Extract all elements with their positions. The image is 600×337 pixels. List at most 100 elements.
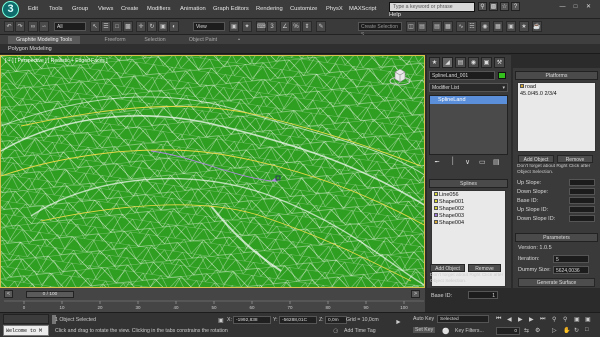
select-manipulate-icon[interactable]: ✦ bbox=[242, 21, 252, 32]
menu-edit[interactable]: Edit bbox=[28, 6, 38, 12]
splines-rollout-header[interactable]: Splines bbox=[429, 179, 508, 188]
display-tab-icon[interactable]: ▣ bbox=[481, 57, 492, 68]
tab-freeform[interactable]: Freeform bbox=[95, 36, 135, 44]
next-key-icon[interactable]: ▶ bbox=[529, 316, 534, 323]
tab-selection[interactable]: Selection bbox=[138, 36, 172, 44]
list-item[interactable]: Shape003 bbox=[434, 213, 503, 220]
menu-views[interactable]: Views bbox=[98, 6, 113, 12]
viewport-label[interactable]: [ + ] [ Perspective ] [ Realistic + Edge… bbox=[5, 58, 108, 64]
up-slope-input[interactable] bbox=[569, 179, 595, 186]
next-frame-icon[interactable]: > bbox=[411, 290, 420, 298]
maxscript-mini-listener-top[interactable] bbox=[3, 314, 49, 324]
layer-manager-icon[interactable]: ▤ bbox=[432, 21, 442, 32]
remove-modifier-icon[interactable]: ▭ bbox=[479, 158, 486, 166]
snap-toggle-icon[interactable]: 3 bbox=[267, 21, 277, 32]
menu-create[interactable]: Create bbox=[121, 6, 138, 12]
ref-coord-dropdown[interactable]: View bbox=[193, 22, 225, 31]
create-tab-icon[interactable]: ★ bbox=[429, 57, 440, 68]
material-editor-icon[interactable]: ◉ bbox=[480, 21, 490, 32]
time-config-icon[interactable]: ⚙ bbox=[535, 327, 540, 334]
list-item[interactable]: 45.0/45.0 2/3/4 bbox=[520, 91, 593, 98]
spinner-snap-icon[interactable]: ⇕ bbox=[302, 21, 312, 32]
angle-snap-icon[interactable]: ∠ bbox=[280, 21, 290, 32]
cart-icon[interactable]: ▩ bbox=[489, 2, 498, 11]
go-to-start-icon[interactable]: ⏮ bbox=[496, 316, 501, 323]
help-icon[interactable]: ? bbox=[511, 2, 520, 11]
hierarchy-tab-icon[interactable]: ▤ bbox=[455, 57, 466, 68]
modify-tab-icon[interactable]: ◢ bbox=[442, 57, 453, 68]
key-filters-button[interactable]: Key Filters... bbox=[455, 328, 484, 334]
edit-named-selection-icon[interactable]: ✎ bbox=[316, 21, 326, 32]
menu-help[interactable]: Help bbox=[389, 12, 401, 18]
platforms-add-object-button[interactable]: Add Object bbox=[518, 155, 554, 163]
zoom-icon[interactable]: ⚲ bbox=[552, 316, 556, 323]
app-logo-icon[interactable]: 3 bbox=[2, 1, 19, 18]
add-time-tag-button[interactable]: Add Time Tag bbox=[344, 328, 376, 334]
menu-graph-editors[interactable]: Graph Editors bbox=[213, 6, 249, 12]
base-id-input[interactable]: 1 bbox=[468, 291, 498, 299]
selection-filter-dropdown[interactable]: All bbox=[54, 22, 86, 31]
maximize-viewport-icon[interactable]: □ bbox=[585, 327, 589, 333]
link-icon[interactable]: ∞ bbox=[28, 21, 38, 32]
search-input[interactable]: Type a keyword or phrase bbox=[389, 2, 475, 12]
prev-frame-icon[interactable]: < bbox=[4, 290, 13, 298]
move-icon[interactable]: ✛ bbox=[136, 21, 146, 32]
object-color-swatch[interactable] bbox=[498, 72, 506, 79]
auto-key-button[interactable]: Auto Key bbox=[413, 316, 434, 322]
parameters-rollout-header[interactable]: Parameters bbox=[515, 233, 598, 242]
ribbon-toggle-icon[interactable]: ▦ bbox=[443, 21, 453, 32]
up-slope-id-input[interactable] bbox=[569, 206, 595, 213]
object-name-field[interactable]: SplineLand_001 bbox=[429, 71, 495, 80]
make-unique-icon[interactable]: ∨ bbox=[465, 158, 470, 166]
zoom-extents-all-icon[interactable]: ▣ bbox=[585, 316, 591, 323]
pan-icon[interactable]: ✋ bbox=[563, 327, 570, 334]
menu-modifiers[interactable]: Modifiers bbox=[147, 6, 171, 12]
menu-rendering[interactable]: Rendering bbox=[256, 6, 283, 12]
play-icon[interactable]: ▶ bbox=[518, 316, 523, 323]
key-icon[interactable]: ⚪ bbox=[442, 328, 449, 335]
configure-sets-icon[interactable]: ▤ bbox=[493, 158, 500, 166]
generate-surface-button[interactable]: Generate Surface bbox=[518, 278, 595, 287]
perspective-viewport[interactable]: [ + ] [ Perspective ] [ Realistic + Edge… bbox=[0, 55, 425, 288]
render-setup-icon[interactable]: ▦ bbox=[493, 21, 503, 32]
down-slope-input[interactable] bbox=[569, 188, 595, 195]
selection-set-dropdown[interactable]: Create Selection S bbox=[358, 22, 402, 38]
star-icon[interactable]: ☆ bbox=[500, 2, 509, 11]
mirror-icon[interactable]: ◫ bbox=[406, 21, 416, 32]
key-mode-toggle-icon[interactable]: ⇆ bbox=[524, 327, 529, 334]
ribbon-subtab-polygon-modeling[interactable]: Polygon Modeling bbox=[8, 46, 52, 52]
down-slope-id-input[interactable] bbox=[569, 215, 595, 222]
timeline-ruler[interactable]: 0 10 20 30 40 50 60 70 80 90 100 bbox=[4, 300, 424, 310]
select-object-icon[interactable]: ↖ bbox=[90, 21, 100, 32]
zoom-all-icon[interactable]: ⚲ bbox=[563, 316, 567, 323]
search-icon[interactable]: ⚲ bbox=[478, 2, 487, 11]
prev-key-icon[interactable]: ◀ bbox=[507, 316, 512, 323]
place-icon[interactable]: ◐ bbox=[169, 21, 179, 32]
render-production-icon[interactable]: ★ bbox=[519, 21, 529, 32]
rendered-frame-icon[interactable]: ▣ bbox=[506, 21, 516, 32]
splines-remove-button[interactable]: Remove bbox=[468, 264, 501, 272]
dummy-size-input[interactable]: 5624,0036 bbox=[553, 266, 589, 274]
curve-editor-icon[interactable]: ∿ bbox=[456, 21, 466, 32]
orbit-icon[interactable]: ↻ bbox=[574, 327, 579, 334]
schematic-view-icon[interactable]: ☵ bbox=[467, 21, 477, 32]
align-icon[interactable]: ▤ bbox=[417, 21, 427, 32]
keyboard-shortcut-icon[interactable]: ⌨ bbox=[256, 21, 266, 32]
rotate-icon[interactable]: ↻ bbox=[147, 21, 157, 32]
undo-icon[interactable]: ↶ bbox=[4, 21, 14, 32]
platforms-rollout-header[interactable]: Platforms bbox=[515, 71, 598, 80]
list-item[interactable]: Shape004 bbox=[434, 220, 503, 227]
splines-add-object-button[interactable]: Add Object bbox=[430, 264, 465, 272]
select-by-name-icon[interactable]: ☰ bbox=[101, 21, 111, 32]
list-item[interactable]: Line056 bbox=[434, 192, 503, 199]
close-icon[interactable]: ✕ bbox=[584, 2, 593, 11]
lock-selection-icon[interactable]: ▣ bbox=[218, 317, 224, 324]
time-slider[interactable]: 0 / 100 bbox=[26, 291, 74, 298]
set-key-button[interactable]: Set Key bbox=[413, 327, 436, 333]
menu-maxscript[interactable]: MAXScript bbox=[349, 6, 376, 12]
list-item[interactable]: Shape002 bbox=[434, 206, 503, 213]
viewcube-icon[interactable] bbox=[389, 68, 411, 86]
menu-group[interactable]: Group bbox=[72, 6, 88, 12]
rect-selection-icon[interactable]: □ bbox=[112, 21, 122, 32]
tab-object-paint[interactable]: Object Paint bbox=[183, 36, 223, 44]
